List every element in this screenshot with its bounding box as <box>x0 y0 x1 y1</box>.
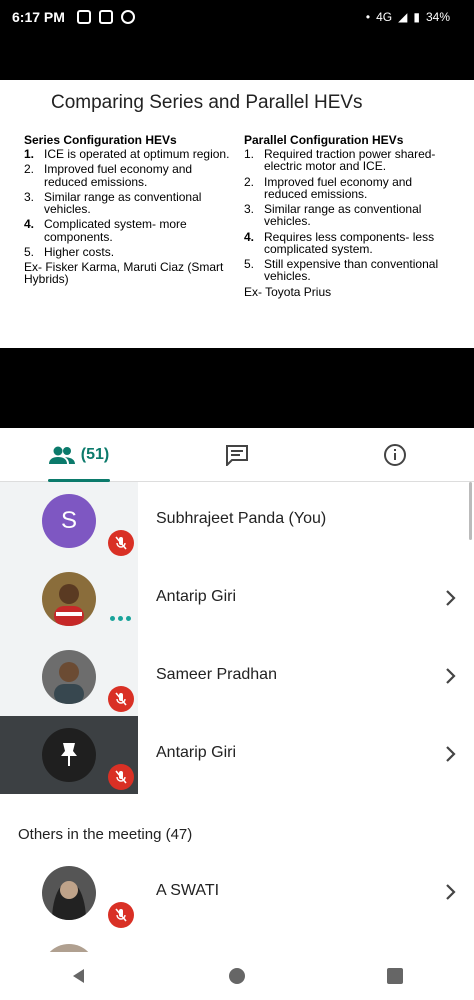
participant-name: A SWATI <box>156 882 220 899</box>
chat-icon <box>226 445 248 466</box>
chevron-right-icon[interactable] <box>444 664 458 688</box>
avatar <box>42 944 96 952</box>
participant-row[interactable]: S Subhrajeet Panda (You) <box>0 482 474 560</box>
participant-tile <box>0 854 138 932</box>
list-item: 5. Still expensive than conventional vehi… <box>244 257 439 284</box>
chevron-right-icon[interactable] <box>444 586 458 610</box>
participant-tile: S <box>0 482 138 560</box>
system-status: • 4G ◢ ▮ 34% <box>366 10 450 24</box>
participant-tile <box>0 716 138 794</box>
recents-icon[interactable] <box>386 967 404 985</box>
presentation-slide[interactable]: Comparing Series and Parallel HEVs Serie… <box>0 80 474 348</box>
message-icon <box>120 10 135 24</box>
status-bar: 6:17 PM • 4G ◢ ▮ 34% <box>0 0 474 34</box>
avatar <box>42 728 96 782</box>
info-icon <box>384 444 406 466</box>
list-item: 5. Higher costs. <box>24 244 115 259</box>
participant-tile <box>0 560 138 638</box>
battery-percent: 34% <box>425 10 450 24</box>
slide-title: Comparing Series and Parallel HEVs <box>51 92 363 113</box>
mic-off-icon <box>108 530 134 556</box>
series-column: Series Configuration HEVs 1. ICE is opera… <box>24 134 230 298</box>
list-item: 3. Similar range as conventional vehicles… <box>244 202 422 229</box>
series-heading: Series Configuration HEVs <box>24 133 177 147</box>
mic-off-icon <box>108 902 134 928</box>
parallel-column: Parallel Configuration HEVs 1. Required t… <box>244 134 450 298</box>
participant-row[interactable]: A SWATI <box>0 854 474 932</box>
participant-name: Antarip Giri <box>156 588 237 605</box>
system-nav-bar <box>0 952 474 1000</box>
avatar <box>42 866 96 920</box>
video-letterbox-bottom <box>0 348 474 428</box>
scrollbar[interactable] <box>469 482 472 540</box>
status-time: 6:17 PM <box>12 9 65 25</box>
chevron-right-icon[interactable] <box>444 742 458 766</box>
participant-row[interactable] <box>0 932 474 952</box>
back-icon[interactable] <box>70 967 88 985</box>
series-example: Ex- Fisker Karma, Maruti Ciaz (Smart Hyb… <box>24 260 224 287</box>
home-icon[interactable] <box>228 967 246 985</box>
avatar <box>42 572 96 626</box>
participant-row[interactable]: Sameer Pradhan <box>0 638 474 716</box>
tab-chat[interactable] <box>158 428 316 482</box>
list-item: 2. Improved fuel economy and reduced emis… <box>244 174 413 201</box>
notification-icons <box>76 10 135 24</box>
list-item: 1. ICE is operated at optimum region. <box>24 147 230 162</box>
chevron-right-icon[interactable] <box>444 880 458 904</box>
avatar: S <box>42 494 96 548</box>
others-section-header: Others in the meeting (47) <box>18 826 193 843</box>
participant-name: Subhrajeet Panda (You) <box>156 510 327 527</box>
avatar <box>42 650 96 704</box>
app-notification-icon <box>76 10 91 24</box>
participant-name: Sameer Pradhan <box>156 666 277 683</box>
battery-icon: ▮ <box>413 10 420 24</box>
parallel-heading: Parallel Configuration HEVs <box>244 133 404 147</box>
pin-icon <box>61 743 77 766</box>
list-item: 2. Improved fuel economy and reduced emis… <box>24 162 193 189</box>
list-item: 4. Complicated system- more components. <box>24 217 187 244</box>
tab-people[interactable]: (51) <box>0 428 158 482</box>
mic-off-icon <box>108 764 134 790</box>
list-item: 1. Required traction power shared- electr… <box>244 147 436 174</box>
participant-row[interactable]: Antarip Giri <box>0 716 474 794</box>
speaking-indicator-icon <box>110 616 134 624</box>
meeting-tabs: (51) <box>0 428 474 482</box>
participant-name: Antarip Giri <box>156 744 237 761</box>
participant-tile <box>0 638 138 716</box>
participant-row[interactable]: Antarip Giri <box>0 560 474 638</box>
list-item: 3. Similar range as conventional vehicles… <box>24 189 202 217</box>
signal-icon: ◢ <box>398 10 408 24</box>
participant-tile <box>0 932 138 952</box>
people-icon <box>48 446 75 464</box>
network-icon: 4G <box>376 10 393 24</box>
participant-list[interactable]: S Subhrajeet Panda (You) Antarip Giri Sa… <box>0 482 474 952</box>
list-item: 4. Requires less components- less complic… <box>244 229 435 256</box>
parallel-example: Ex- Toyota Prius <box>244 284 332 299</box>
tab-info[interactable] <box>316 428 474 482</box>
mic-off-icon <box>108 686 134 712</box>
dot-icon: • <box>365 10 371 24</box>
people-count: (51) <box>80 446 110 463</box>
app-notification-icon <box>98 10 113 24</box>
video-letterbox-top <box>0 34 474 80</box>
